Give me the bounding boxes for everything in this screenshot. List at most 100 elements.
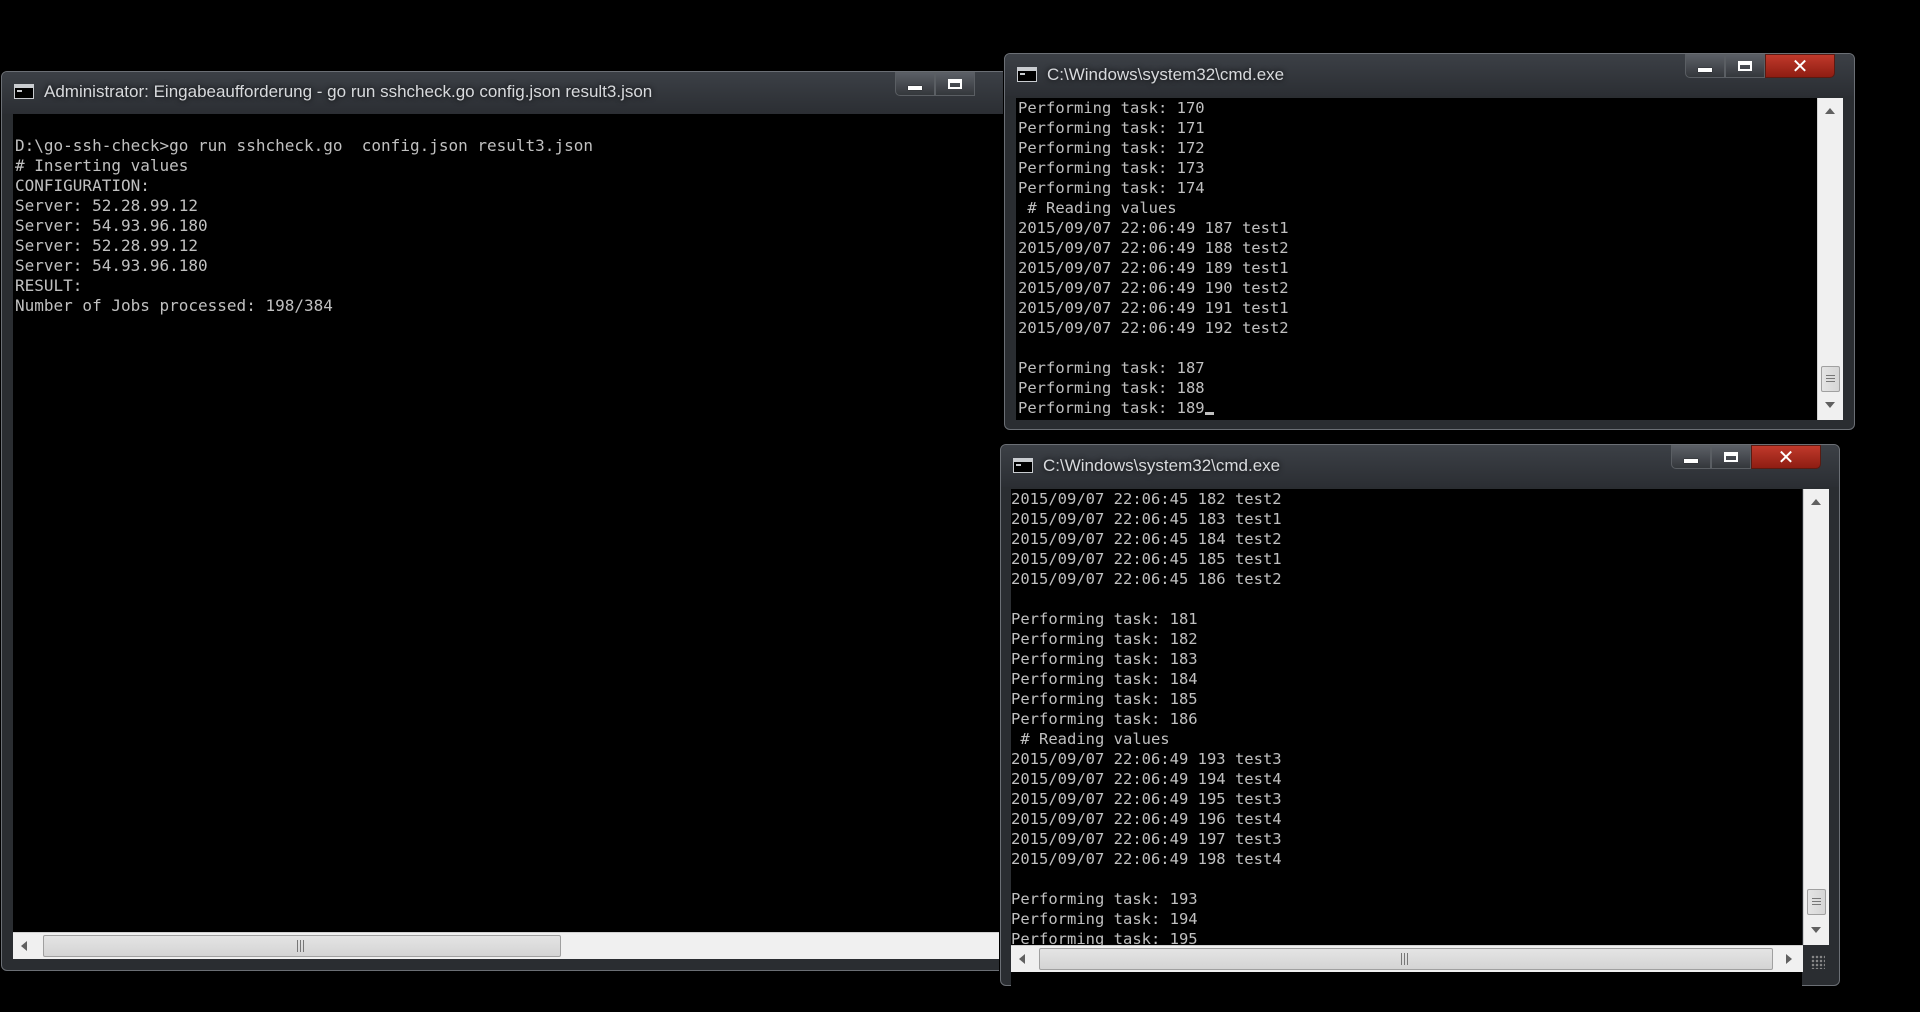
- cmd-top-vertical-scroll-thumb[interactable]: [1821, 366, 1840, 392]
- console-line: 2015/09/07 22:06:49 191 test1: [1018, 299, 1289, 317]
- console-line: 2015/09/07 22:06:49 196 test4: [1011, 810, 1282, 828]
- admin-window-titlebar[interactable]: Administrator: Eingabeaufforderung - go …: [2, 72, 1012, 114]
- scroll-grip-icon: [1401, 953, 1410, 965]
- scroll-down-arrow-icon[interactable]: [1811, 927, 1821, 933]
- cmd-bottom-console-output[interactable]: 2015/09/07 22:06:45 182 test2 2015/09/07 …: [1011, 489, 1802, 991]
- cmd-bottom-titlebar[interactable]: C:\Windows\system32\cmd.exe ✕: [1001, 445, 1839, 487]
- console-line: Server: 54.93.96.180: [15, 216, 208, 235]
- console-line: 2015/09/07 22:06:45 183 test1: [1011, 510, 1282, 528]
- console-line: CONFIGURATION:: [15, 176, 150, 195]
- console-line: 2015/09/07 22:06:49 190 test2: [1018, 279, 1289, 297]
- console-line: Server: 52.28.99.12: [15, 196, 199, 215]
- console-line: Performing task: 186: [1011, 710, 1198, 728]
- console-line: 2015/09/07 22:06:49 195 test3: [1011, 790, 1282, 808]
- console-line: 2015/09/07 22:06:49 193 test3: [1011, 750, 1282, 768]
- cmd-top-vertical-scrollbar[interactable]: [1817, 98, 1843, 420]
- console-line: Performing task: 174: [1018, 179, 1205, 197]
- maximize-button[interactable]: [1711, 445, 1751, 469]
- scroll-grip-icon: [297, 940, 306, 952]
- scroll-grip-icon: [1812, 898, 1821, 905]
- console-line: # Reading values: [1018, 199, 1177, 217]
- console-line: Server: 54.93.96.180: [15, 256, 208, 275]
- console-line: 2015/09/07 22:06:49 192 test2: [1018, 319, 1289, 337]
- console-line: 2015/09/07 22:06:49 187 test1: [1018, 219, 1289, 237]
- close-button[interactable]: ✕: [1751, 445, 1821, 469]
- cmd-bottom-horizontal-scrollbar[interactable]: [1011, 945, 1803, 972]
- cmd-bottom-window[interactable]: C:\Windows\system32\cmd.exe ✕ 2015/09/07…: [1000, 444, 1840, 991]
- minimize-button[interactable]: [895, 72, 935, 96]
- console-line: Performing task: 182: [1011, 630, 1198, 648]
- admin-horizontal-scroll-thumb[interactable]: [43, 935, 561, 957]
- console-line: Performing task: 173: [1018, 159, 1205, 177]
- minimize-button[interactable]: [1671, 445, 1711, 469]
- console-line: 2015/09/07 22:06:49 188 test2: [1018, 239, 1289, 257]
- minimize-button[interactable]: [1685, 54, 1725, 78]
- console-line: Performing task: 183: [1011, 650, 1198, 668]
- resize-grip-icon[interactable]: [1811, 955, 1825, 969]
- scroll-left-arrow-icon[interactable]: [21, 941, 27, 951]
- scroll-up-arrow-icon[interactable]: [1811, 499, 1821, 505]
- admin-console-output[interactable]: D:\go-ssh-check>go run sshcheck.go confi…: [13, 114, 1013, 932]
- console-line: Performing task: 172: [1018, 139, 1205, 157]
- cmd-bottom-vertical-scrollbar[interactable]: [1803, 489, 1829, 945]
- cmd-bottom-horizontal-scroll-thumb[interactable]: [1039, 948, 1773, 970]
- console-line: Performing task: 171: [1018, 119, 1205, 137]
- console-line: Performing task: 189: [1018, 398, 1817, 418]
- minimize-icon: [908, 86, 922, 90]
- console-line: Server: 52.28.99.12: [15, 236, 199, 255]
- cmd-top-title: C:\Windows\system32\cmd.exe: [1047, 65, 1285, 84]
- cmd-top-window[interactable]: C:\Windows\system32\cmd.exe ✕ Performing…: [1004, 53, 1855, 430]
- cmd-top-console-output[interactable]: Performing task: 170 Performing task: 171…: [1016, 98, 1817, 420]
- console-line: 2015/09/07 22:06:45 182 test2: [1011, 490, 1282, 508]
- cmd-top-titlebar[interactable]: C:\Windows\system32\cmd.exe ✕: [1005, 54, 1854, 96]
- cmd-top-console-lines: Performing task: 170 Performing task: 171…: [1018, 98, 1817, 418]
- scroll-up-arrow-icon[interactable]: [1825, 108, 1835, 114]
- console-icon: [1017, 67, 1037, 82]
- console-line: Number of Jobs processed: 198/384: [15, 296, 333, 315]
- console-line: 2015/09/07 22:06:49 197 test3: [1011, 830, 1282, 848]
- console-line: Performing task: 181: [1011, 610, 1198, 628]
- admin-console-window[interactable]: Administrator: Eingabeaufforderung - go …: [1, 71, 1013, 971]
- scroll-left-arrow-icon[interactable]: [1019, 954, 1025, 964]
- console-icon: [14, 84, 34, 99]
- admin-console-lines: D:\go-ssh-check>go run sshcheck.go confi…: [15, 114, 1013, 316]
- console-line: 2015/09/07 22:06:49 194 test4: [1011, 770, 1282, 788]
- console-line: Performing task: 188: [1018, 379, 1205, 397]
- cmd-bottom-title: C:\Windows\system32\cmd.exe: [1043, 456, 1281, 475]
- minimize-icon: [1698, 68, 1712, 72]
- console-line: 2015/09/07 22:06:49 198 test4: [1011, 850, 1282, 868]
- console-line: Performing task: 185: [1011, 690, 1198, 708]
- console-line: Performing task: 187: [1018, 359, 1205, 377]
- console-line: Performing task: 194: [1011, 910, 1198, 928]
- cmd-bottom-vertical-scroll-thumb[interactable]: [1807, 889, 1826, 915]
- scroll-right-arrow-icon[interactable]: [1786, 954, 1792, 964]
- console-line: 2015/09/07 22:06:45 185 test1: [1011, 550, 1282, 568]
- console-line: Performing task: 184: [1011, 670, 1198, 688]
- scroll-down-arrow-icon[interactable]: [1825, 402, 1835, 408]
- console-line: # Inserting values: [15, 156, 189, 175]
- text-cursor: [1204, 412, 1214, 415]
- close-icon: ✕: [1791, 54, 1809, 78]
- console-line: 2015/09/07 22:06:49 189 test1: [1018, 259, 1289, 277]
- maximize-button[interactable]: [1725, 54, 1765, 78]
- close-icon: ✕: [1777, 445, 1795, 469]
- console-line: 2015/09/07 22:06:45 184 test2: [1011, 530, 1282, 548]
- console-line: Performing task: 170: [1018, 99, 1205, 117]
- maximize-icon: [1724, 452, 1738, 462]
- console-line: 2015/09/07 22:06:45 186 test2: [1011, 570, 1282, 588]
- console-line: RESULT:: [15, 276, 83, 295]
- admin-horizontal-scrollbar[interactable]: [13, 932, 1011, 959]
- maximize-icon: [1738, 61, 1752, 71]
- maximize-icon: [948, 79, 962, 89]
- scroll-grip-icon: [1826, 375, 1835, 382]
- cmd-bottom-console-lines: 2015/09/07 22:06:45 182 test2 2015/09/07 …: [1011, 489, 1802, 949]
- console-line: D:\go-ssh-check>go run sshcheck.go confi…: [15, 136, 593, 155]
- console-line: # Reading values: [1011, 730, 1170, 748]
- maximize-button[interactable]: [935, 72, 975, 96]
- minimize-icon: [1684, 459, 1698, 463]
- close-button[interactable]: ✕: [1765, 54, 1835, 78]
